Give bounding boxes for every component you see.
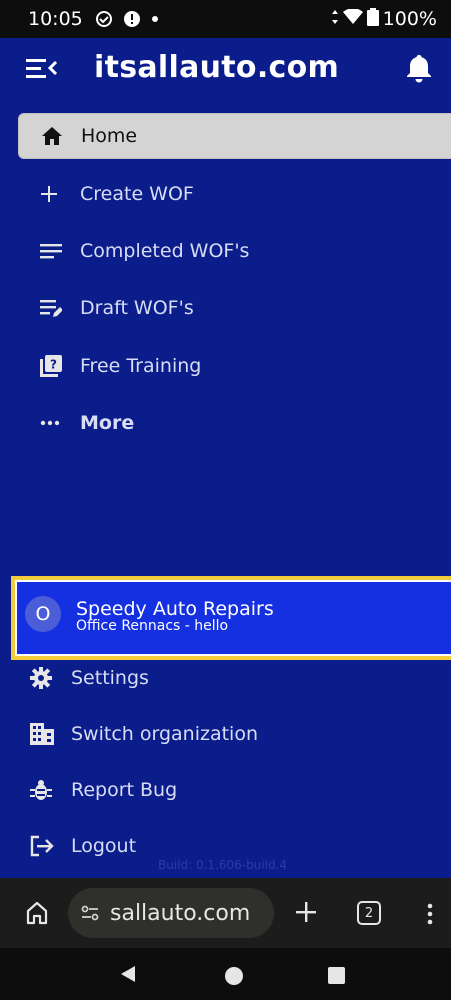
bug-icon [30, 779, 60, 801]
build-info: Build: 0.1.606-build.4 [158, 858, 288, 872]
tab-switcher-button[interactable]: 2 [357, 901, 381, 925]
url-text: sallauto.com [110, 900, 251, 926]
logout-icon [30, 835, 60, 857]
building-icon [30, 723, 60, 745]
logout-item[interactable]: Logout [30, 826, 136, 866]
nav-label: Completed WOF's [80, 240, 250, 262]
report-bug-item[interactable]: Report Bug [30, 770, 177, 810]
dot-icon [151, 15, 159, 23]
settings-label: Settings [71, 667, 149, 689]
nav-item-completed-wofs[interactable]: Completed WOF's [18, 228, 451, 274]
battery-percent: 100% [382, 8, 437, 30]
edit-list-icon [40, 298, 70, 318]
nav-item-create-wof[interactable]: Create WOF [18, 171, 451, 217]
data-arrows-icon [331, 8, 339, 30]
nav-item-more[interactable]: More [18, 400, 451, 446]
home-button[interactable] [225, 967, 243, 985]
browser-home-icon[interactable] [24, 900, 50, 926]
status-bar: 10:05 100% [0, 0, 451, 38]
site-settings-icon[interactable] [78, 901, 102, 925]
url-bar[interactable]: sallauto.com [68, 888, 274, 938]
nav-label: Free Training [80, 355, 202, 377]
gear-icon [30, 667, 60, 689]
organization-subtitle: Office Rennacs - hello [76, 618, 229, 634]
svg-text:?: ? [50, 358, 57, 372]
switch-organization-label: Switch organization [71, 723, 258, 745]
wifi-icon [342, 8, 363, 30]
battery-icon [366, 7, 379, 31]
nav-label: Create WOF [80, 183, 194, 205]
nav-label: Draft WOF's [80, 297, 194, 319]
switch-organization-item[interactable]: Switch organization [30, 714, 258, 754]
do-not-disturb-icon [95, 10, 113, 28]
home-icon [41, 126, 71, 146]
browser-menu-icon[interactable] [425, 900, 435, 928]
nav-label: Home [81, 125, 138, 147]
help-book-icon: ? [40, 355, 70, 377]
status-time: 10:05 [28, 8, 83, 30]
report-bug-label: Report Bug [71, 779, 178, 801]
nav-label: More [80, 412, 135, 434]
recents-button[interactable] [328, 967, 345, 984]
app-title: itsallauto.com [94, 50, 340, 85]
bell-icon[interactable] [403, 52, 435, 84]
logout-label: Logout [71, 835, 137, 857]
plus-icon [40, 185, 70, 203]
nav-item-free-training[interactable]: ? Free Training [18, 343, 451, 389]
nav-item-home[interactable]: Home [18, 113, 451, 159]
list-icon [40, 243, 70, 259]
settings-item[interactable]: Settings [30, 658, 149, 698]
menu-collapse-icon[interactable] [22, 54, 60, 84]
organization-name: Speedy Auto Repairs [76, 598, 274, 620]
more-icon [40, 420, 70, 426]
avatar: O [25, 596, 61, 632]
nav-item-draft-wofs[interactable]: Draft WOF's [18, 285, 451, 331]
new-tab-icon[interactable] [292, 898, 320, 926]
alert-icon [123, 10, 141, 28]
back-icon[interactable] [118, 964, 138, 988]
